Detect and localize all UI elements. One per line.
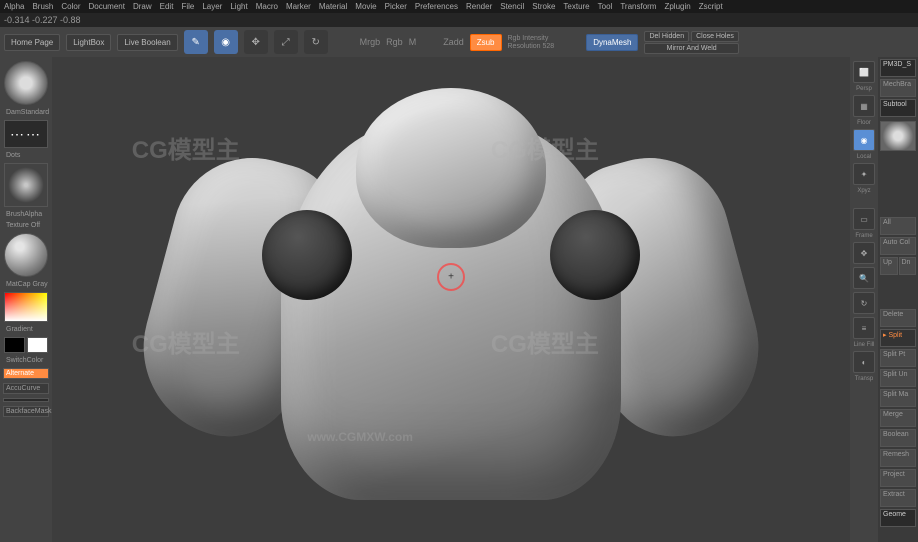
menu-bar: Alpha Brush Color Document Draw Edit File Layer… [0, 0, 918, 13]
project-button[interactable]: Project [880, 469, 916, 487]
linefill-button[interactable]: ≡ [853, 317, 875, 339]
edit-icon[interactable]: ✎ [184, 30, 208, 54]
floor-button[interactable]: ▦ [853, 95, 875, 117]
menu-material[interactable]: Material [319, 2, 347, 11]
delhidden-button[interactable]: Del Hidden [644, 31, 689, 42]
material-name: MatCap Gray [4, 281, 48, 288]
swatch-white[interactable] [27, 337, 48, 353]
local-button[interactable]: ◉ [853, 129, 875, 151]
dn-button[interactable]: Dn [899, 257, 917, 275]
color-picker[interactable] [4, 292, 48, 322]
menu-preferences[interactable]: Preferences [415, 2, 458, 11]
menu-transform[interactable]: Transform [620, 2, 656, 11]
menu-texture[interactable]: Texture [563, 2, 589, 11]
merge-button[interactable]: Merge [880, 409, 916, 427]
texture-name: Texture Off [4, 222, 48, 229]
viewport[interactable]: CG模型主 CG模型主 CG模型主 CG模型主 www.CGMXW.com [52, 57, 850, 542]
splitun-button[interactable]: Split Un [880, 369, 916, 387]
zsub-button[interactable]: Zsub [470, 34, 502, 51]
extract-button[interactable]: Extract [880, 489, 916, 507]
gradient-label: Gradient [4, 326, 48, 333]
alpha-name: BrushAlpha [4, 211, 48, 218]
backfacemask-button[interactable]: BackfaceMask [3, 406, 49, 417]
mrgb-label[interactable]: Mrgb [360, 37, 381, 47]
brush-name: DamStandard [4, 109, 48, 116]
right-panel: PM3D_S MechBra Subtool All Auto Col Up D… [878, 57, 918, 542]
menu-edit[interactable]: Edit [160, 2, 174, 11]
move-view-button[interactable]: ✥ [853, 242, 875, 264]
scale-icon[interactable]: ⤢ [274, 30, 298, 54]
status-bar: -0.314 -0.227 -0.88 [0, 13, 918, 27]
menu-zscript[interactable]: Zscript [699, 2, 723, 11]
menu-document[interactable]: Document [89, 2, 125, 11]
menu-light[interactable]: Light [230, 2, 247, 11]
accucurve-button[interactable]: AccuCurve [3, 383, 49, 394]
tool-header[interactable]: PM3D_S [880, 59, 916, 77]
up-button[interactable]: Up [880, 257, 898, 275]
spacer-button [3, 398, 49, 402]
persp-button[interactable]: ⬜ [853, 61, 875, 83]
dynamesh-button[interactable]: DynaMesh [586, 34, 638, 51]
subtool-header[interactable]: Subtool [880, 99, 916, 117]
stroke-name: Dots [4, 152, 48, 159]
menu-color[interactable]: Color [61, 2, 80, 11]
split-section[interactable]: ▸ Split [880, 329, 916, 347]
menu-brush[interactable]: Brush [32, 2, 53, 11]
left-panel: DamStandard ⋯⋯ Dots BrushAlpha Texture O… [0, 57, 52, 542]
mirrorweld-button[interactable]: Mirror And Weld [644, 43, 738, 54]
right-tools: ⬜ Persp ▦ Floor ◉ Local ✦ Xpyz ▭ Frame ✥… [850, 57, 878, 542]
splitpt-button[interactable]: Split Pt [880, 349, 916, 367]
menu-macro[interactable]: Macro [256, 2, 278, 11]
menu-stencil[interactable]: Stencil [500, 2, 524, 11]
menu-marker[interactable]: Marker [286, 2, 311, 11]
resolution-label: Resolution 528 [508, 43, 555, 50]
menu-render[interactable]: Render [466, 2, 492, 11]
menu-zplugin[interactable]: Zplugin [664, 2, 690, 11]
boolean-button[interactable]: Boolean [880, 429, 916, 447]
swatch-black[interactable] [4, 337, 25, 353]
m-label[interactable]: M [409, 37, 417, 47]
alternate-button[interactable]: Alternate [3, 368, 49, 379]
transp-button[interactable]: ◐ [853, 351, 875, 373]
delete-button[interactable]: Delete [880, 309, 916, 327]
rotate-view-button[interactable]: ↻ [853, 292, 875, 314]
switchcolor-label[interactable]: SwitchColor [4, 357, 48, 364]
draw-icon[interactable]: ◉ [214, 30, 238, 54]
zoom-button[interactable]: 🔍 [853, 267, 875, 289]
zadd-label[interactable]: Zadd [443, 37, 464, 47]
material-preview[interactable] [4, 233, 48, 277]
menu-draw[interactable]: Draw [133, 2, 152, 11]
frame-button[interactable]: ▭ [853, 208, 875, 230]
menu-layer[interactable]: Layer [202, 2, 222, 11]
menu-tool[interactable]: Tool [598, 2, 613, 11]
brush-preview[interactable] [4, 61, 48, 105]
model-display [101, 75, 801, 525]
menu-picker[interactable]: Picker [385, 2, 407, 11]
xpyz-button[interactable]: ✦ [853, 163, 875, 185]
top-toolbar: Home Page LightBox Live Boolean ✎ ◉ ✥ ⤢ … [0, 27, 918, 57]
move-icon[interactable]: ✥ [244, 30, 268, 54]
rotate-icon[interactable]: ↻ [304, 30, 328, 54]
remesh-button[interactable]: Remesh [880, 449, 916, 467]
rgbintensity-label: Rgb Intensity [508, 35, 555, 42]
rgb-label[interactable]: Rgb [386, 37, 403, 47]
mechbra-button[interactable]: MechBra [880, 79, 916, 97]
geometry-header[interactable]: Geome [880, 509, 916, 527]
menu-file[interactable]: File [181, 2, 194, 11]
menu-alpha[interactable]: Alpha [4, 2, 24, 11]
homepage-button[interactable]: Home Page [4, 34, 60, 51]
all-button[interactable]: All [880, 217, 916, 235]
menu-movie[interactable]: Movie [355, 2, 376, 11]
splitma-button[interactable]: Split Ma [880, 389, 916, 407]
closeholes-button[interactable]: Close Holes [691, 31, 739, 42]
stroke-preview[interactable]: ⋯⋯ [4, 120, 48, 148]
brush-cursor [437, 263, 465, 291]
liveboolean-button[interactable]: Live Boolean [117, 34, 177, 51]
alpha-preview[interactable] [4, 163, 48, 207]
subtool-preview[interactable] [880, 121, 916, 151]
menu-stroke[interactable]: Stroke [532, 2, 555, 11]
status-coords: -0.314 -0.227 -0.88 [4, 15, 81, 25]
autocol-button[interactable]: Auto Col [880, 237, 916, 255]
lightbox-button[interactable]: LightBox [66, 34, 111, 51]
